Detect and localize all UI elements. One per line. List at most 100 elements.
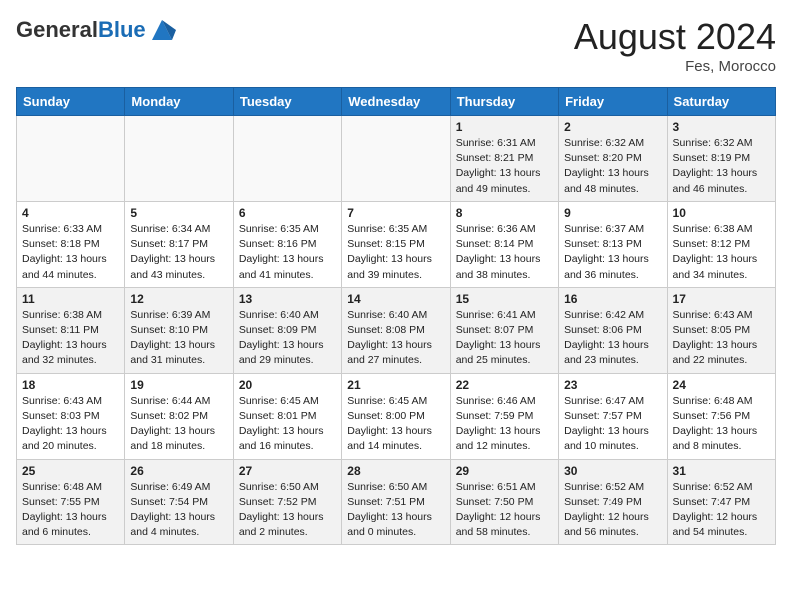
calendar-cell: 25 Sunrise: 6:48 AM Sunset: 7:55 PM Dayli… <box>17 459 125 545</box>
calendar-cell <box>17 116 125 202</box>
calendar-cell: 19 Sunrise: 6:44 AM Sunset: 8:02 PM Dayli… <box>125 373 233 459</box>
day-info: Sunrise: 6:40 AM Sunset: 8:09 PM Dayligh… <box>239 308 336 369</box>
day-info: Sunrise: 6:38 AM Sunset: 8:12 PM Dayligh… <box>673 222 770 283</box>
day-info: Sunrise: 6:50 AM Sunset: 7:52 PM Dayligh… <box>239 480 336 541</box>
calendar-cell: 21Sunrise: 6:45 AM Sunset: 8:00 PM Dayli… <box>342 373 450 459</box>
day-info: Sunrise: 6:48 AM Sunset: 7:55 PM Dayligh… <box>22 480 119 541</box>
location-subtitle: Fes, Morocco <box>574 58 776 75</box>
day-info: Sunrise: 6:34 AM Sunset: 8:17 PM Dayligh… <box>130 222 227 283</box>
calendar-cell <box>125 116 233 202</box>
calendar-cell: 4Sunrise: 6:33 AM Sunset: 8:18 PM Daylig… <box>17 201 125 287</box>
day-info: Sunrise: 6:48 AM Sunset: 7:56 PM Dayligh… <box>673 394 770 455</box>
col-header-tuesday: Tuesday <box>233 88 341 116</box>
col-header-saturday: Saturday <box>667 88 775 116</box>
calendar-cell: 2 Sunrise: 6:32 AM Sunset: 8:20 PM Daylig… <box>559 116 667 202</box>
calendar-cell: 11 Sunrise: 6:38 AM Sunset: 8:11 PM Dayli… <box>17 287 125 373</box>
day-number: 30 <box>564 464 661 478</box>
day-info: Sunrise: 6:49 AM Sunset: 7:54 PM Dayligh… <box>130 480 227 541</box>
day-info: Sunrise: 6:36 AM Sunset: 8:14 PM Dayligh… <box>456 222 553 283</box>
day-info: Sunrise: 6:39 AM Sunset: 8:10 PM Dayligh… <box>130 308 227 369</box>
calendar-cell: 7 Sunrise: 6:35 AM Sunset: 8:15 PM Daylig… <box>342 201 450 287</box>
day-number: 8 <box>456 206 553 220</box>
day-info: Sunrise: 6:31 AM Sunset: 8:21 PM Dayligh… <box>456 136 553 197</box>
calendar-cell: 8 Sunrise: 6:36 AM Sunset: 8:14 PM Daylig… <box>450 201 558 287</box>
calendar-cell: 20 Sunrise: 6:45 AM Sunset: 8:01 PM Dayli… <box>233 373 341 459</box>
col-header-friday: Friday <box>559 88 667 116</box>
calendar-cell: 23Sunrise: 6:47 AM Sunset: 7:57 PM Dayli… <box>559 373 667 459</box>
calendar-cell: 22Sunrise: 6:46 AM Sunset: 7:59 PM Dayli… <box>450 373 558 459</box>
calendar-cell: 15Sunrise: 6:41 AM Sunset: 8:07 PM Dayli… <box>450 287 558 373</box>
day-number: 16 <box>564 292 661 306</box>
day-info: Sunrise: 6:50 AM Sunset: 7:51 PM Dayligh… <box>347 480 444 541</box>
day-info: Sunrise: 6:32 AM Sunset: 8:19 PM Dayligh… <box>673 136 770 197</box>
calendar-cell: 5 Sunrise: 6:34 AM Sunset: 8:17 PM Daylig… <box>125 201 233 287</box>
day-info: Sunrise: 6:42 AM Sunset: 8:06 PM Dayligh… <box>564 308 661 369</box>
day-number: 25 <box>22 464 119 478</box>
day-info: Sunrise: 6:52 AM Sunset: 7:47 PM Dayligh… <box>673 480 770 541</box>
day-number: 17 <box>673 292 770 306</box>
logo-general-text: General <box>16 17 98 42</box>
day-number: 2 <box>564 120 661 134</box>
day-number: 22 <box>456 378 553 392</box>
calendar-cell: 26Sunrise: 6:49 AM Sunset: 7:54 PM Dayli… <box>125 459 233 545</box>
day-info: Sunrise: 6:45 AM Sunset: 8:01 PM Dayligh… <box>239 394 336 455</box>
day-number: 12 <box>130 292 227 306</box>
day-number: 29 <box>456 464 553 478</box>
calendar-cell <box>342 116 450 202</box>
calendar-cell: 14 Sunrise: 6:40 AM Sunset: 8:08 PM Dayli… <box>342 287 450 373</box>
day-number: 31 <box>673 464 770 478</box>
day-info: Sunrise: 6:44 AM Sunset: 8:02 PM Dayligh… <box>130 394 227 455</box>
day-info: Sunrise: 6:43 AM Sunset: 8:03 PM Dayligh… <box>22 394 119 455</box>
col-header-sunday: Sunday <box>17 88 125 116</box>
day-info: Sunrise: 6:35 AM Sunset: 8:16 PM Dayligh… <box>239 222 336 283</box>
logo-blue-text: Blue <box>98 17 146 42</box>
day-number: 6 <box>239 206 336 220</box>
day-number: 3 <box>673 120 770 134</box>
day-info: Sunrise: 6:37 AM Sunset: 8:13 PM Dayligh… <box>564 222 661 283</box>
day-info: Sunrise: 6:32 AM Sunset: 8:20 PM Dayligh… <box>564 136 661 197</box>
day-number: 1 <box>456 120 553 134</box>
day-number: 9 <box>564 206 661 220</box>
day-number: 18 <box>22 378 119 392</box>
calendar-cell <box>233 116 341 202</box>
title-block: August 2024 Fes, Morocco <box>574 16 776 75</box>
day-number: 15 <box>456 292 553 306</box>
calendar-cell: 24 Sunrise: 6:48 AM Sunset: 7:56 PM Dayli… <box>667 373 775 459</box>
day-info: Sunrise: 6:40 AM Sunset: 8:08 PM Dayligh… <box>347 308 444 369</box>
day-info: Sunrise: 6:45 AM Sunset: 8:00 PM Dayligh… <box>347 394 444 455</box>
day-number: 10 <box>673 206 770 220</box>
day-number: 5 <box>130 206 227 220</box>
calendar-cell: 27 Sunrise: 6:50 AM Sunset: 7:52 PM Dayli… <box>233 459 341 545</box>
calendar-cell: 17 Sunrise: 6:43 AM Sunset: 8:05 PM Dayli… <box>667 287 775 373</box>
calendar-cell: 18 Sunrise: 6:43 AM Sunset: 8:03 PM Dayli… <box>17 373 125 459</box>
day-number: 13 <box>239 292 336 306</box>
calendar-table: SundayMondayTuesdayWednesdayThursdayFrid… <box>16 87 776 545</box>
calendar-cell: 13 Sunrise: 6:40 AM Sunset: 8:09 PM Dayli… <box>233 287 341 373</box>
col-header-wednesday: Wednesday <box>342 88 450 116</box>
day-info: Sunrise: 6:43 AM Sunset: 8:05 PM Dayligh… <box>673 308 770 369</box>
calendar-cell: 12 Sunrise: 6:39 AM Sunset: 8:10 PM Dayli… <box>125 287 233 373</box>
calendar-cell: 28Sunrise: 6:50 AM Sunset: 7:51 PM Dayli… <box>342 459 450 545</box>
day-info: Sunrise: 6:51 AM Sunset: 7:50 PM Dayligh… <box>456 480 553 541</box>
day-number: 7 <box>347 206 444 220</box>
calendar-cell: 29 Sunrise: 6:51 AM Sunset: 7:50 PM Dayli… <box>450 459 558 545</box>
calendar-cell: 3 Sunrise: 6:32 AM Sunset: 8:19 PM Daylig… <box>667 116 775 202</box>
day-info: Sunrise: 6:35 AM Sunset: 8:15 PM Dayligh… <box>347 222 444 283</box>
calendar-cell: 30Sunrise: 6:52 AM Sunset: 7:49 PM Dayli… <box>559 459 667 545</box>
day-number: 23 <box>564 378 661 392</box>
day-number: 27 <box>239 464 336 478</box>
day-info: Sunrise: 6:38 AM Sunset: 8:11 PM Dayligh… <box>22 308 119 369</box>
calendar-cell: 1 Sunrise: 6:31 AM Sunset: 8:21 PM Daylig… <box>450 116 558 202</box>
day-number: 14 <box>347 292 444 306</box>
day-number: 19 <box>130 378 227 392</box>
calendar-cell: 6 Sunrise: 6:35 AM Sunset: 8:16 PM Daylig… <box>233 201 341 287</box>
day-number: 24 <box>673 378 770 392</box>
calendar-cell: 10 Sunrise: 6:38 AM Sunset: 8:12 PM Dayli… <box>667 201 775 287</box>
logo: GeneralBlue <box>16 16 176 44</box>
day-number: 20 <box>239 378 336 392</box>
calendar-cell: 31 Sunrise: 6:52 AM Sunset: 7:47 PM Dayli… <box>667 459 775 545</box>
day-number: 11 <box>22 292 119 306</box>
page-header: GeneralBlue August 2024 Fes, Morocco <box>16 16 776 75</box>
col-header-thursday: Thursday <box>450 88 558 116</box>
calendar-cell: 16 Sunrise: 6:42 AM Sunset: 8:06 PM Dayli… <box>559 287 667 373</box>
